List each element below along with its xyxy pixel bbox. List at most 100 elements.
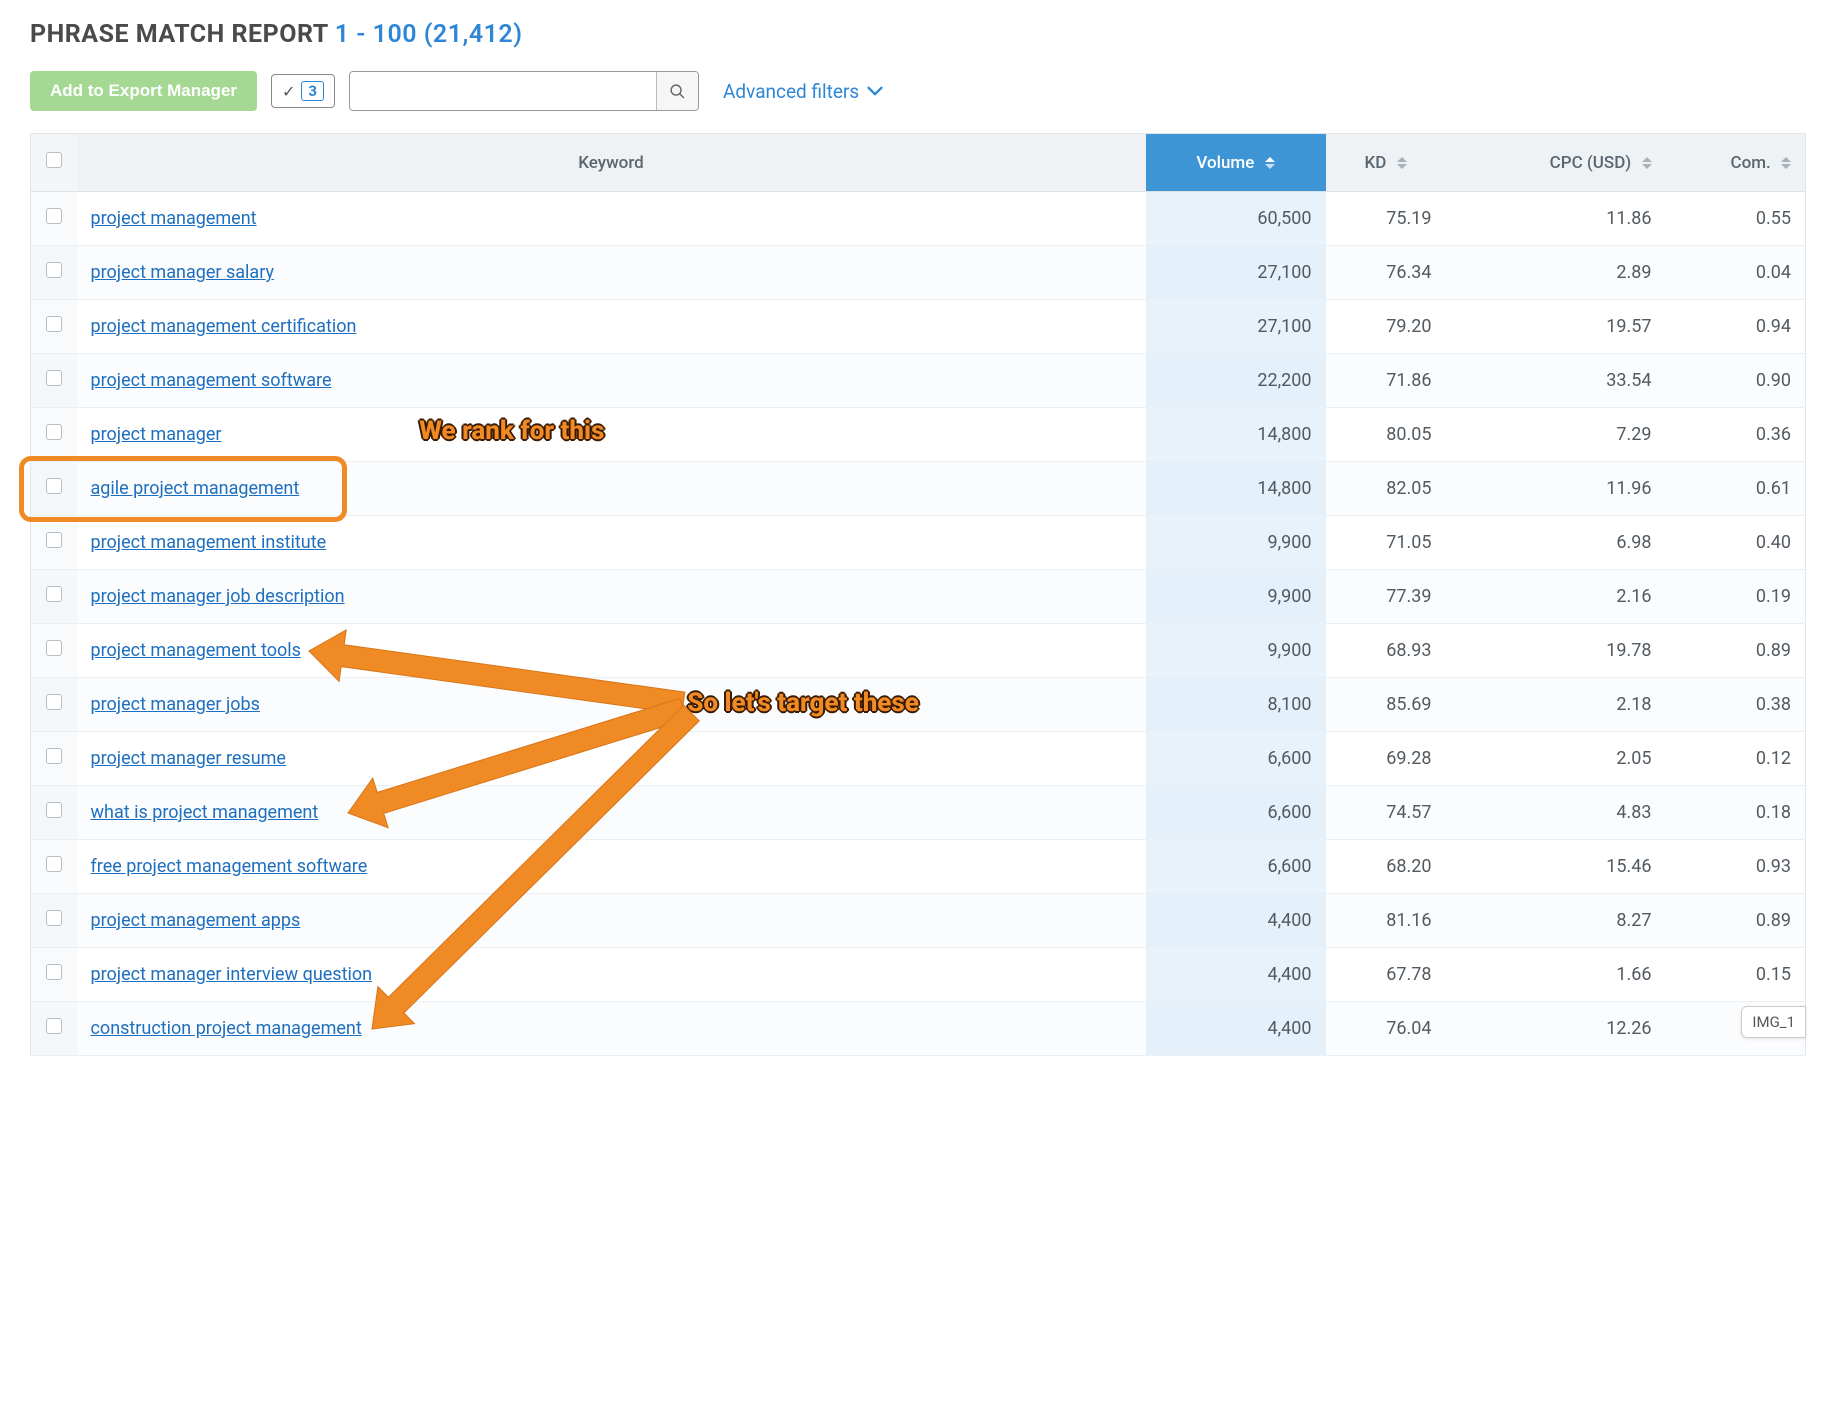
row-checkbox[interactable] [46,748,62,764]
row-checkbox[interactable] [46,694,62,710]
kd-cell: 77.39 [1326,570,1446,624]
row-checkbox[interactable] [46,478,62,494]
header-keyword[interactable]: Keyword [77,134,1146,192]
com-cell: 0.15 [1666,948,1806,1002]
keyword-link[interactable]: project management apps [91,910,301,931]
volume-cell: 6,600 [1146,732,1326,786]
advanced-filters-link[interactable]: Advanced filters [723,80,883,103]
row-checkbox[interactable] [46,424,62,440]
sort-icon [1781,157,1791,169]
row-checkbox[interactable] [46,316,62,332]
keyword-cell: project manager job description [77,570,1146,624]
table-row: free project management software6,60068.… [31,840,1806,894]
chevron-down-icon [867,85,883,97]
keyword-link[interactable]: project manager [91,424,222,445]
keyword-link[interactable]: agile project management [91,478,300,499]
keyword-link[interactable]: free project management software [91,856,368,877]
row-checkbox[interactable] [46,856,62,872]
select-all-checkbox[interactable] [46,152,62,168]
row-checkbox-cell [31,570,77,624]
volume-cell: 27,100 [1146,246,1326,300]
row-checkbox-cell [31,300,77,354]
kd-cell: 68.93 [1326,624,1446,678]
keyword-cell: project manager jobs [77,678,1146,732]
table-row: project management software22,20071.8633… [31,354,1806,408]
row-checkbox[interactable] [46,964,62,980]
selected-count-badge: 3 [301,81,324,101]
keyword-link[interactable]: project manager resume [91,748,286,769]
sort-icon [1397,157,1407,169]
keyword-link[interactable]: project management certification [91,316,357,337]
volume-cell: 9,900 [1146,570,1326,624]
header-kd[interactable]: KD [1326,134,1446,192]
kd-cell: 74.57 [1326,786,1446,840]
magnifier-icon [669,83,686,100]
volume-cell: 60,500 [1146,192,1326,246]
row-checkbox[interactable] [46,262,62,278]
row-checkbox[interactable] [46,640,62,656]
report-range: 1 - 100 (21,412) [335,20,523,49]
keyword-link[interactable]: project management tools [91,640,301,661]
header-volume-label: Volume [1196,153,1254,173]
header-volume[interactable]: Volume [1146,134,1326,192]
header-checkbox-col [31,134,77,192]
row-checkbox[interactable] [46,910,62,926]
keyword-link[interactable]: construction project management [91,1018,362,1039]
keyword-link[interactable]: project manager jobs [91,694,260,715]
row-checkbox-cell [31,948,77,1002]
volume-cell: 6,600 [1146,786,1326,840]
com-cell: 0.36 [1666,408,1806,462]
com-cell: 0.12 [1666,732,1806,786]
kd-cell: 81.16 [1326,894,1446,948]
header-cpc[interactable]: CPC (USD) [1446,134,1666,192]
keyword-link[interactable]: project manager interview question [91,964,373,985]
table-row: agile project management14,80082.0511.96… [31,462,1806,516]
row-checkbox[interactable] [46,802,62,818]
row-checkbox-cell [31,192,77,246]
selected-count-box[interactable]: ✓ 3 [271,74,335,108]
export-button[interactable]: Add to Export Manager [30,71,257,111]
volume-cell: 9,900 [1146,624,1326,678]
row-checkbox[interactable] [46,1018,62,1034]
row-checkbox[interactable] [46,370,62,386]
search-button[interactable] [656,72,698,110]
volume-cell: 27,100 [1146,300,1326,354]
row-checkbox-cell [31,732,77,786]
volume-cell: 9,900 [1146,516,1326,570]
com-cell: 0.89 [1666,894,1806,948]
image-chip: IMG_1 [1741,1006,1806,1038]
keyword-link[interactable]: project management [91,208,257,229]
row-checkbox[interactable] [46,532,62,548]
kd-cell: 71.86 [1326,354,1446,408]
cpc-cell: 2.89 [1446,246,1666,300]
keyword-link[interactable]: project management software [91,370,332,391]
search-input[interactable] [350,72,656,110]
sort-icon [1642,157,1652,169]
com-cell: 0.89 [1666,624,1806,678]
row-checkbox-cell [31,840,77,894]
header-com[interactable]: Com. [1666,134,1806,192]
row-checkbox-cell [31,894,77,948]
table-row: project manager14,80080.057.290.36 [31,408,1806,462]
row-checkbox[interactable] [46,208,62,224]
cpc-cell: 11.96 [1446,462,1666,516]
table-row: construction project management4,40076.0… [31,1002,1806,1056]
table-row: project manager resume6,60069.282.050.12 [31,732,1806,786]
row-checkbox[interactable] [46,586,62,602]
volume-cell: 14,800 [1146,462,1326,516]
com-cell: 0.38 [1666,678,1806,732]
keyword-link[interactable]: project manager salary [91,262,274,283]
keyword-link[interactable]: what is project management [91,802,319,823]
volume-cell: 6,600 [1146,840,1326,894]
table-row: project manager job description 9,90077.3… [31,570,1806,624]
keyword-cell: project management [77,192,1146,246]
keyword-cell: project management tools [77,624,1146,678]
cpc-cell: 7.29 [1446,408,1666,462]
cpc-cell: 6.98 [1446,516,1666,570]
keyword-link[interactable]: project manager job description [91,586,345,607]
volume-cell: 14,800 [1146,408,1326,462]
volume-cell: 4,400 [1146,1002,1326,1056]
com-cell: 0.40 [1666,516,1806,570]
keyword-cell: project management apps [77,894,1146,948]
keyword-link[interactable]: project management institute [91,532,327,553]
